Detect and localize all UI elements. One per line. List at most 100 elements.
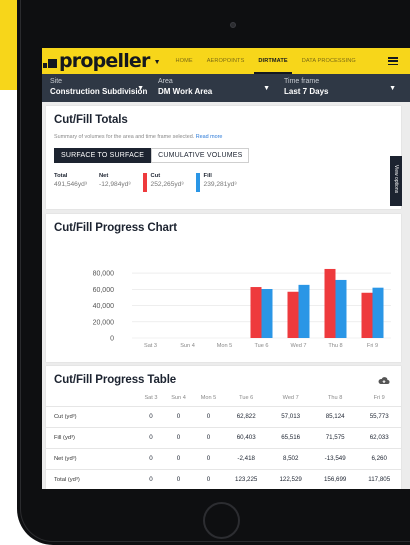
totals-summary: Summary of volumes for the area and time… bbox=[54, 134, 222, 140]
stat-net-label: Net bbox=[99, 173, 109, 179]
stat-total: Total 491,546yd³ bbox=[54, 173, 87, 190]
area-value: DM Work Area bbox=[158, 87, 213, 96]
table-cell: -2,418 bbox=[223, 447, 269, 469]
read-more-link[interactable]: Read more bbox=[196, 134, 223, 140]
table-cell: 122,529 bbox=[268, 468, 313, 489]
y-tick-label: 40,000 bbox=[93, 303, 115, 310]
chevron-down-icon: ▼ bbox=[263, 85, 270, 92]
timeframe-value: Last 7 Days bbox=[284, 87, 329, 96]
table-cell: 0 bbox=[163, 447, 194, 469]
cutfill-chart-card: Cut/Fill Progress Chart 0 20,000 40,000 60,… bbox=[46, 214, 401, 362]
x-tick-label: Fri 9 bbox=[367, 343, 378, 349]
fill-bar bbox=[335, 279, 347, 338]
volume-mode-toggle: SURFACE TO SURFACE CUMULATIVE VOLUMES bbox=[54, 148, 250, 163]
nav-links: HOME AEROPOINTS DIRTMATE DATA PROCESSING bbox=[169, 48, 363, 74]
tablet-frame: propeller ▼ HOME AEROPOINTS DIRTMATE DAT… bbox=[17, 0, 410, 545]
stat-cut-value: 252,265yd³ bbox=[150, 181, 184, 188]
table-column-header: Mon 5 bbox=[200, 394, 217, 401]
table-row: Cut (yd³) 0 0 0 62,822 57,013 85,124 55,… bbox=[46, 405, 401, 427]
table-column-header: Fri 9 bbox=[373, 394, 385, 401]
table-cell: 0 bbox=[138, 468, 164, 489]
x-tick-label: Wed 7 bbox=[290, 343, 306, 349]
table-cell: 156,699 bbox=[312, 468, 358, 489]
propeller-logo[interactable]: propeller ▼ bbox=[43, 49, 161, 72]
cloud-download-icon[interactable] bbox=[378, 376, 390, 386]
table-column-header: Sat 3 bbox=[144, 394, 158, 401]
logo-text: propeller bbox=[59, 49, 150, 72]
totals-title: Cut/Fill Totals bbox=[54, 114, 128, 126]
area-label: Area bbox=[158, 78, 173, 85]
nav-dirtmate[interactable]: DIRTMATE bbox=[254, 48, 293, 74]
table-row: Net (yd³) 0 0 0 -2,418 8,502 -13,549 6,2… bbox=[46, 447, 401, 469]
table-cell: 57,013 bbox=[268, 405, 313, 427]
summary-text: Summary of volumes for the area and time… bbox=[54, 134, 195, 140]
table-column-header: Wed 7 bbox=[282, 394, 299, 401]
table-cell: 0 bbox=[163, 468, 194, 489]
hamburger-icon[interactable] bbox=[388, 57, 398, 65]
stat-total-value: 491,546yd³ bbox=[54, 181, 87, 188]
x-tick-label: Mon 5 bbox=[217, 343, 233, 349]
table-cell: 71,575 bbox=[312, 426, 358, 448]
filter-bar: Site Construction Subdivision ▼ Area DM … bbox=[42, 74, 410, 102]
cutfill-table-card: Cut/Fill Progress Table Sat 3 Sun 4 Mon … bbox=[46, 366, 401, 489]
y-tick-label: 20,000 bbox=[93, 319, 115, 326]
surface-to-surface-button[interactable]: SURFACE TO SURFACE bbox=[54, 148, 152, 163]
cut-bar bbox=[250, 287, 262, 338]
table-cell: 62,033 bbox=[357, 426, 401, 448]
nav-home[interactable]: HOME bbox=[176, 48, 193, 74]
stat-fill-label: Fill bbox=[203, 173, 212, 179]
y-tick-label: 0 bbox=[110, 336, 114, 343]
row-label: Total (yd³) bbox=[46, 468, 138, 489]
table-cell: 0 bbox=[193, 426, 224, 448]
table-cell: 0 bbox=[138, 447, 164, 469]
cut-bar bbox=[287, 291, 299, 338]
table-cell: 60,403 bbox=[223, 426, 269, 448]
stat-net-value: -12,984yd³ bbox=[99, 181, 131, 188]
view-options-tab[interactable]: View options bbox=[390, 156, 402, 206]
table-cell: 62,822 bbox=[223, 405, 269, 427]
app-screen: propeller ▼ HOME AEROPOINTS DIRTMATE DAT… bbox=[42, 48, 410, 489]
table-header-corner bbox=[46, 390, 138, 406]
table-cell: 0 bbox=[193, 447, 224, 469]
table-cell: 0 bbox=[138, 405, 164, 427]
table-cell: -13,549 bbox=[312, 447, 358, 469]
site-selector[interactable]: Site Construction Subdivision ▼ bbox=[42, 74, 150, 102]
area-selector[interactable]: Area DM Work Area ▼ bbox=[150, 74, 276, 102]
x-tick-label: Sat 3 bbox=[144, 343, 157, 349]
row-label: Cut (yd³) bbox=[46, 405, 138, 427]
table-cell: 0 bbox=[138, 426, 164, 448]
table-cell: 55,773 bbox=[357, 405, 401, 427]
cumulative-volumes-button[interactable]: CUMULATIVE VOLUMES bbox=[151, 148, 250, 163]
table-cell: 0 bbox=[193, 468, 224, 489]
home-button[interactable] bbox=[203, 502, 240, 539]
table-header-row: Sat 3 Sun 4 Mon 5 Tue 6 Wed 7 Thu 8 Fri … bbox=[46, 390, 401, 406]
site-value: Construction Subdivision bbox=[50, 87, 148, 96]
timeframe-label: Time frame bbox=[284, 78, 320, 85]
chevron-down-icon[interactable]: ▼ bbox=[154, 59, 161, 66]
table-row: Total (yd³) 0 0 0 123,225 122,529 156,69… bbox=[46, 468, 401, 489]
stat-fill-value: 239,281yd³ bbox=[203, 181, 237, 188]
cut-bar bbox=[324, 268, 336, 338]
logo-mark-icon bbox=[43, 58, 57, 68]
fill-bar bbox=[261, 289, 273, 338]
table-cell: 0 bbox=[163, 426, 194, 448]
table-cell: 123,225 bbox=[223, 468, 269, 489]
table-cell: 6,260 bbox=[357, 447, 401, 469]
table-column-header: Sun 4 bbox=[171, 394, 186, 401]
stat-fill: Fill 239,281yd³ bbox=[195, 173, 237, 192]
cutfill-progress-chart: 0 20,000 40,000 60,000 80,000 Sat 3 Sun 4 Mon 5… bbox=[93, 268, 391, 349]
x-tick-label: Thu 8 bbox=[328, 343, 342, 349]
stat-cut-label: Cut bbox=[150, 173, 161, 179]
timeframe-selector[interactable]: Time frame Last 7 Days ▼ bbox=[276, 74, 402, 102]
table-title: Cut/Fill Progress Table bbox=[54, 374, 177, 386]
fill-bar bbox=[298, 284, 310, 338]
row-label: Fill (yd³) bbox=[46, 426, 138, 448]
site-label: Site bbox=[50, 78, 63, 85]
cutfill-totals-card: Cut/Fill Totals Summary of volumes for t… bbox=[46, 106, 402, 209]
x-tick-label: Sun 4 bbox=[180, 343, 195, 349]
nav-data-processing[interactable]: DATA PROCESSING bbox=[302, 48, 356, 74]
stat-net: Net -12,984yd³ bbox=[99, 173, 131, 190]
top-navigation: propeller ▼ HOME AEROPOINTS DIRTMATE DAT… bbox=[42, 48, 410, 74]
cut-color-swatch bbox=[142, 173, 147, 192]
nav-aeropoints[interactable]: AEROPOINTS bbox=[207, 48, 245, 74]
